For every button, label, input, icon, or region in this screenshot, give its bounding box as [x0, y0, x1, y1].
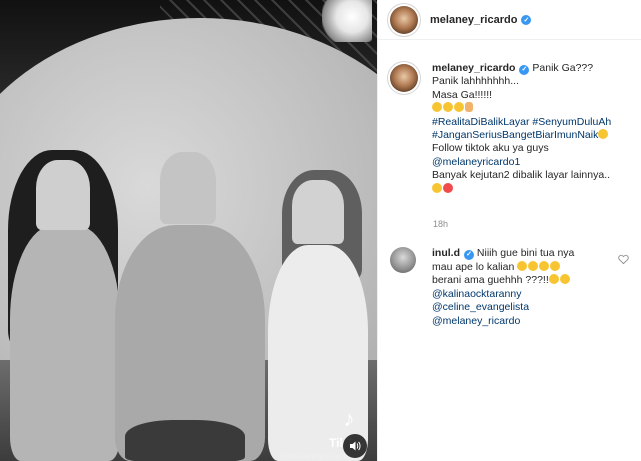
- person-center-legs: [125, 420, 245, 461]
- caption-username[interactable]: melaney_ricardo: [432, 62, 515, 74]
- post-media[interactable]: ♪ TikTok @melaneyricardo1: [0, 0, 377, 461]
- post-header: melaney_ricardo ✓: [378, 0, 641, 40]
- comment-line: mau ape lo kalian: [432, 260, 515, 273]
- hashtag-link[interactable]: #RealitaDiBalikLayar #SenyumDuluAh: [432, 116, 611, 129]
- grin-emoji-icon: [559, 274, 570, 285]
- post-sidebar: melaney_ricardo ✓ melaney_ricardo ✓ Panik…: [377, 0, 641, 461]
- post-timestamp[interactable]: 18h: [433, 219, 448, 229]
- caption-first-line: Panik Ga???: [532, 62, 594, 74]
- grin-emoji-icon: [517, 260, 528, 271]
- grin-emoji-icon: [539, 260, 550, 271]
- caption-text: melaney_ricardo ✓ Panik Ga??? Panik lahhh…: [432, 62, 611, 196]
- victory-hand-emoji-icon: [465, 102, 473, 113]
- caption-line: Follow tiktok aku ya guys: [432, 142, 549, 155]
- verified-badge-icon: ✓: [464, 249, 474, 260]
- heart-outline-icon: [618, 254, 629, 265]
- caption-line: Panik lahhhhhhh...: [432, 75, 519, 88]
- scream-emoji-icon: [432, 182, 442, 193]
- caption-avatar[interactable]: [390, 64, 418, 92]
- person-right-face: [292, 180, 344, 244]
- person-left-body: [10, 225, 120, 461]
- audio-toggle-button[interactable]: [343, 434, 367, 458]
- tiktok-icon: ♪: [343, 406, 355, 431]
- emoji-row: [432, 102, 611, 115]
- mention-link[interactable]: @kalinaocktaranny: [432, 288, 574, 302]
- heart-icon[interactable]: [618, 254, 629, 265]
- hashtag-link[interactable]: #JanganSeriusBangetBiarImunNaik: [432, 129, 598, 141]
- rofl-emoji-icon: [443, 102, 453, 113]
- grin-emoji-icon: [598, 129, 609, 140]
- grin-emoji-icon: [550, 260, 561, 271]
- caption-line: Masa Ga!!!!!!: [432, 88, 493, 101]
- verified-badge-icon: ✓: [521, 14, 532, 25]
- studio-lamp: [322, 0, 372, 42]
- mention-link[interactable]: @melaneyricardo1: [432, 156, 611, 169]
- verified-badge-icon: ✓: [519, 64, 530, 75]
- person-left-face: [36, 160, 90, 230]
- emoji-row: [432, 182, 611, 196]
- comment-line: berani ama guehhh ???!!: [432, 274, 549, 287]
- header-username[interactable]: melaney_ricardo: [430, 14, 517, 26]
- mention-link[interactable]: @melaney_ricardo: [432, 315, 574, 329]
- grin-emoji-icon: [528, 260, 539, 271]
- speaker-icon: [350, 441, 361, 451]
- comment-text: inul.d ✓ Niiih gue bini tua nya mau ape l…: [432, 247, 574, 329]
- avatar[interactable]: [390, 5, 418, 34]
- commenter-avatar[interactable]: [390, 247, 416, 273]
- heart-eyes-emoji-icon: [443, 182, 453, 193]
- rofl-emoji-icon: [454, 102, 464, 113]
- comment: inul.d ✓ Niiih gue bini tua nya mau ape l…: [390, 247, 635, 329]
- grin-emoji-icon: [548, 274, 559, 285]
- person-center-face: [160, 152, 216, 224]
- comment-username[interactable]: inul.d: [432, 247, 460, 259]
- caption-line: Banyak kejutan2 dibalik layar lainnya..: [432, 169, 611, 182]
- mention-link[interactable]: @celine_evangelista: [432, 301, 574, 315]
- caption: melaney_ricardo ✓ Panik Ga??? Panik lahhh…: [390, 62, 635, 196]
- rofl-emoji-icon: [432, 102, 442, 113]
- comment-line: Niiih gue bini tua nya: [476, 247, 575, 259]
